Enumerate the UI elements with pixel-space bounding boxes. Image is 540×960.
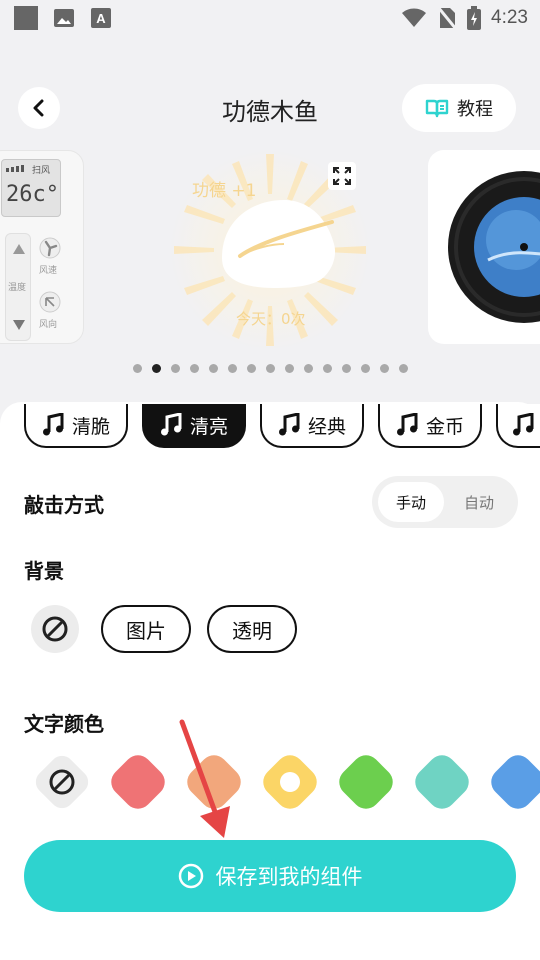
merit-plus-one-text: 功德 +1 <box>192 181 257 201</box>
ac-remote-widget-card[interactable]: 扫风 26c° 温度 风速 风向 <box>0 150 84 344</box>
sound-option-crisp[interactable]: 清脆 <box>24 404 128 448</box>
pagination-dot[interactable] <box>247 364 256 373</box>
music-note-icon <box>513 413 534 436</box>
text-a-icon: A <box>91 8 111 28</box>
strike-auto-option[interactable]: 自动 <box>446 482 512 522</box>
pagination-dot[interactable] <box>323 364 332 373</box>
fan-direction-label: 风向 <box>39 320 58 330</box>
fan-icon <box>39 237 61 259</box>
sound-options-row[interactable]: 清脆 清亮 经典 金币 <box>0 404 540 450</box>
pagination-dot[interactable] <box>228 364 237 373</box>
background-label: 背景 <box>24 559 64 583</box>
fan-controls: 风速 风向 <box>37 233 63 341</box>
carousel-pagination <box>133 364 408 373</box>
red-arrow-annotation <box>179 719 230 838</box>
image-icon <box>54 9 74 27</box>
prohibited-icon <box>42 616 68 642</box>
selected-indicator <box>275 767 305 797</box>
tutorial-button[interactable]: 教程 <box>402 84 516 132</box>
up-triangle-icon <box>13 244 25 254</box>
background-transparent-button[interactable]: 透明 <box>207 605 297 653</box>
color-none-icon-wrap <box>44 764 80 800</box>
no-sim-icon <box>437 6 458 30</box>
save-to-widget-button[interactable]: 保存到我的组件 <box>24 840 516 912</box>
prohibited-icon <box>49 769 75 795</box>
play-circle-icon <box>178 863 203 889</box>
status-bar: A 4:23 <box>0 0 540 36</box>
vinyl-record-widget-card[interactable] <box>428 150 540 344</box>
notification-square-icon <box>14 6 38 30</box>
remote-temp-text: 26c° <box>6 182 59 207</box>
text-color-label: 文字颜色 <box>24 712 104 736</box>
expand-icon[interactable] <box>328 162 356 190</box>
music-note-icon <box>278 413 300 436</box>
vinyl-record-icon <box>448 171 540 323</box>
signal-bars-icon <box>6 165 24 172</box>
sound-option-bright[interactable]: 清亮 <box>142 404 246 448</box>
remote-screen: 扫风 26c° <box>1 159 61 217</box>
strike-mode-label: 敲击方式 <box>24 493 104 517</box>
pagination-dot[interactable] <box>209 364 218 373</box>
pagination-dot[interactable] <box>285 364 294 373</box>
wooden-fish-widget-card[interactable]: 功德 +1 今天：0次 <box>140 140 400 360</box>
svg-text:A: A <box>96 11 106 26</box>
battery-icon <box>467 6 482 30</box>
sound-option-coin[interactable]: 金币 <box>378 404 482 448</box>
pagination-dot[interactable] <box>380 364 389 373</box>
pagination-dot[interactable] <box>171 364 180 373</box>
save-button-label: 保存到我的组件 <box>215 865 363 889</box>
clock-time: 4:23 <box>491 7 528 28</box>
background-none-button[interactable] <box>31 605 79 653</box>
temperature-control: 温度 <box>5 233 31 341</box>
music-note-icon <box>160 413 182 436</box>
background-image-button[interactable]: 图片 <box>101 605 191 653</box>
sound-option-label: 金币 <box>425 415 464 438</box>
direction-icon <box>39 291 61 313</box>
pagination-dot[interactable] <box>399 364 408 373</box>
sound-option-label: 经典 <box>307 415 346 438</box>
tutorial-label: 教程 <box>457 99 493 120</box>
today-count-text: 今天：0次 <box>236 310 306 328</box>
remote-mode-text: 扫风 <box>32 166 51 176</box>
down-triangle-icon <box>13 320 25 330</box>
sound-option-label: 清脆 <box>71 415 110 438</box>
pagination-dot[interactable] <box>304 364 313 373</box>
music-note-icon <box>396 413 418 436</box>
temperature-label: 温度 <box>8 283 27 293</box>
sound-option-label: 清亮 <box>189 415 228 438</box>
pagination-dot[interactable] <box>133 364 142 373</box>
pagination-dot[interactable] <box>266 364 275 373</box>
fan-speed-label: 风速 <box>39 266 58 276</box>
music-note-icon <box>42 413 64 436</box>
pagination-dot[interactable] <box>361 364 370 373</box>
pagination-dot[interactable] <box>190 364 199 373</box>
sound-option-more[interactable] <box>496 404 540 448</box>
pagination-dot[interactable] <box>152 364 161 373</box>
pagination-dot[interactable] <box>342 364 351 373</box>
strike-manual-option[interactable]: 手动 <box>378 482 444 522</box>
book-icon <box>425 99 449 118</box>
sound-option-classic[interactable]: 经典 <box>260 404 364 448</box>
strike-mode-toggle[interactable]: 手动 自动 <box>372 476 518 528</box>
wifi-icon <box>402 8 427 27</box>
